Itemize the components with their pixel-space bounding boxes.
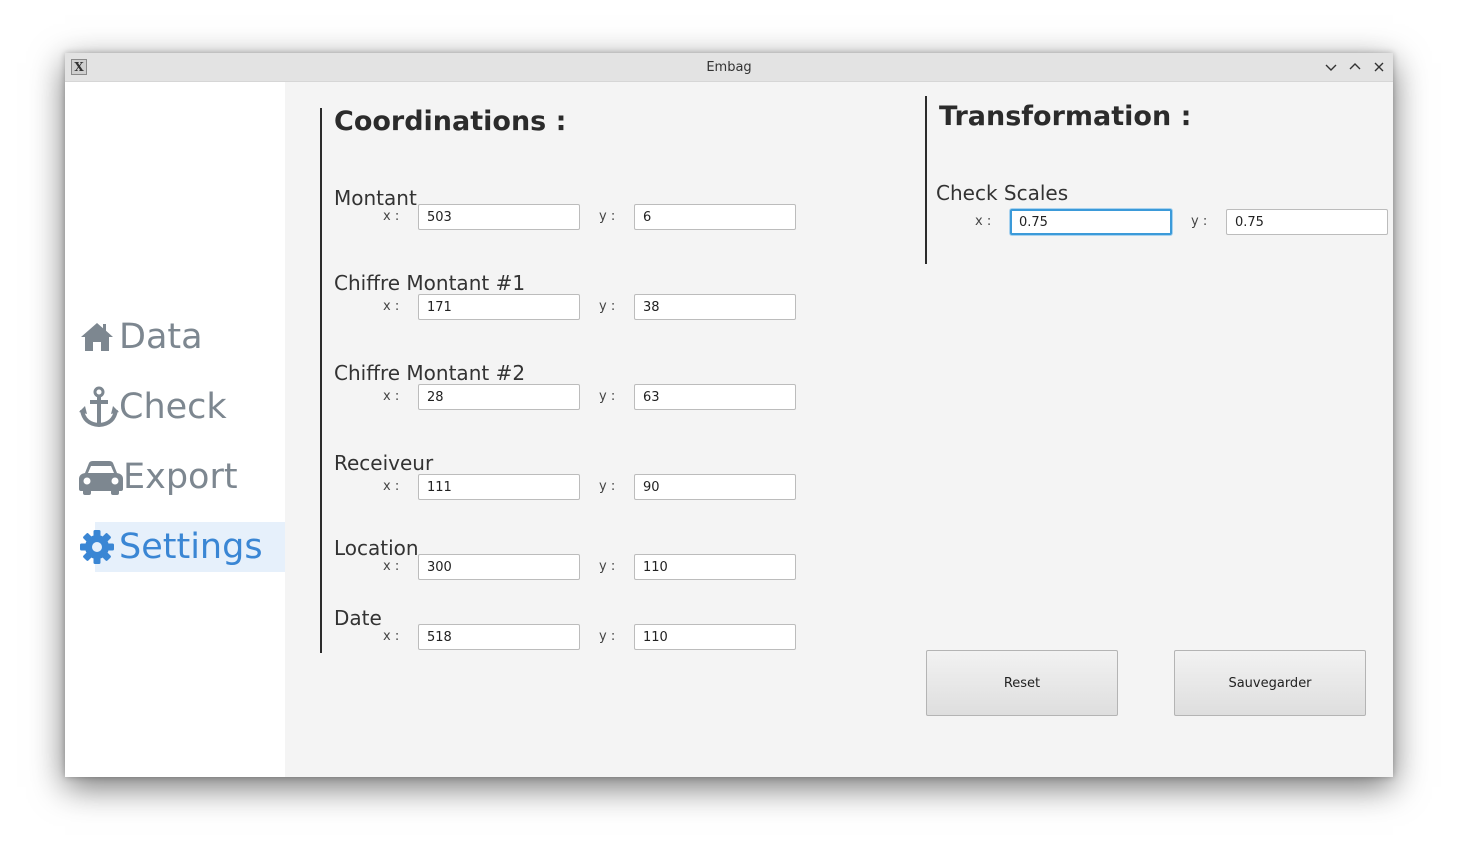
- sidebar-item-export[interactable]: Export: [79, 452, 285, 502]
- chevron-down-icon: [1325, 64, 1337, 71]
- chiffre-montant-2-label: Chiffre Montant #2: [334, 361, 526, 385]
- montant-label: Montant: [334, 186, 417, 210]
- transformation-divider: [925, 96, 927, 264]
- sidebar-item-label: Data: [119, 317, 203, 357]
- x-label: x :: [383, 299, 400, 314]
- chiffre-montant-1-label: Chiffre Montant #1: [334, 271, 526, 295]
- x-label: x :: [383, 559, 400, 574]
- sidebar-item-label: Export: [123, 457, 238, 497]
- x-label: x :: [975, 214, 992, 229]
- chiffre-montant-2-y-input[interactable]: [634, 384, 796, 410]
- app-window: X Embag Data Check Export Settings Coord…: [65, 53, 1393, 777]
- date-x-input[interactable]: [418, 624, 580, 650]
- y-label: y :: [599, 479, 616, 494]
- close-button[interactable]: [1371, 59, 1387, 75]
- y-label: y :: [599, 629, 616, 644]
- home-icon: [79, 317, 119, 357]
- coordinations-title: Coordinations :: [334, 106, 567, 137]
- x-label: x :: [383, 629, 400, 644]
- car-icon: [79, 457, 123, 497]
- check-scales-label: Check Scales: [936, 181, 1069, 205]
- check-scales-y-input[interactable]: [1226, 209, 1388, 235]
- transformation-title: Transformation :: [939, 101, 1192, 132]
- chiffre-montant-1-y-input[interactable]: [634, 294, 796, 320]
- x-label: x :: [383, 209, 400, 224]
- location-y-input[interactable]: [634, 554, 796, 580]
- save-button[interactable]: Sauvegarder: [1174, 650, 1366, 716]
- sidebar-item-data[interactable]: Data: [79, 312, 285, 362]
- anchor-icon: [79, 386, 119, 428]
- y-label: y :: [599, 389, 616, 404]
- receiveur-x-input[interactable]: [418, 474, 580, 500]
- check-scales-x-input[interactable]: [1010, 209, 1172, 235]
- date-label: Date: [334, 606, 382, 630]
- y-label: y :: [599, 209, 616, 224]
- receiveur-label: Receiveur: [334, 451, 434, 475]
- minimize-button[interactable]: [1323, 59, 1339, 75]
- coordinations-divider: [320, 108, 322, 653]
- y-label: y :: [1191, 214, 1208, 229]
- chevron-up-icon: [1349, 63, 1361, 70]
- chiffre-montant-2-x-input[interactable]: [418, 384, 580, 410]
- sidebar: Data Check Export Settings: [65, 82, 285, 777]
- sidebar-item-check[interactable]: Check: [79, 382, 285, 432]
- sidebar-item-label: Settings: [119, 527, 263, 567]
- gear-icon: [79, 527, 119, 567]
- reset-button[interactable]: Reset: [926, 650, 1118, 716]
- receiveur-y-input[interactable]: [634, 474, 796, 500]
- sidebar-item-settings[interactable]: Settings: [79, 522, 285, 572]
- title-bar[interactable]: X Embag: [65, 53, 1393, 82]
- settings-panel: Coordinations : Montant x : y : Chiffre …: [285, 82, 1393, 777]
- y-label: y :: [599, 559, 616, 574]
- date-y-input[interactable]: [634, 624, 796, 650]
- montant-y-input[interactable]: [634, 204, 796, 230]
- window-title: Embag: [706, 60, 752, 75]
- x-label: x :: [383, 479, 400, 494]
- app-icon: X: [71, 59, 87, 75]
- location-x-input[interactable]: [418, 554, 580, 580]
- close-icon: [1374, 62, 1384, 72]
- sidebar-item-label: Check: [119, 387, 227, 427]
- x-label: x :: [383, 389, 400, 404]
- maximize-button[interactable]: [1347, 59, 1363, 75]
- montant-x-input[interactable]: [418, 204, 580, 230]
- y-label: y :: [599, 299, 616, 314]
- location-label: Location: [334, 536, 419, 560]
- chiffre-montant-1-x-input[interactable]: [418, 294, 580, 320]
